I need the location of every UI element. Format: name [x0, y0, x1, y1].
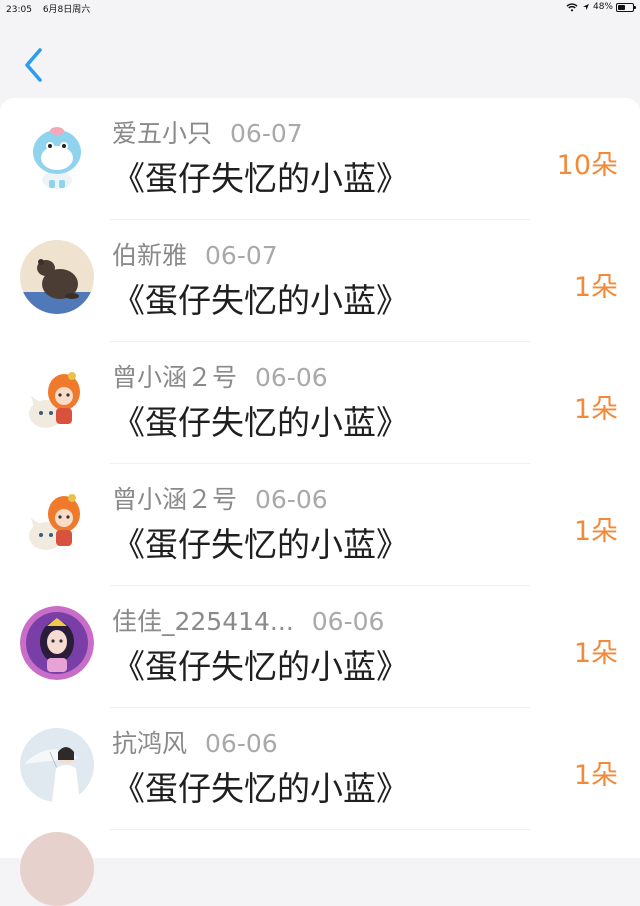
avatar[interactable] — [20, 362, 94, 436]
story-title: 《蛋仔失忆的小蓝》 — [112, 403, 409, 442]
user-name[interactable]: 曾小涵２号 — [112, 485, 237, 514]
avatar[interactable] — [20, 606, 94, 680]
row-header: 佳佳_225414... 06-06 — [112, 602, 384, 638]
list-item[interactable]: 抗鸿风 06-06 《蛋仔失忆的小蓝》 1朵 — [0, 708, 640, 830]
gift-date: 06-07 — [205, 241, 278, 270]
status-time: 23:05 — [6, 5, 32, 15]
status-bar: 23:05 6月8日周六 48% — [0, 0, 640, 16]
status-right: 48% — [566, 2, 636, 12]
battery-icon — [616, 2, 636, 12]
flower-count: 10朵 — [556, 150, 618, 181]
row-header: 曾小涵２号 06-06 — [112, 358, 328, 394]
nav-bar — [0, 16, 640, 98]
user-name[interactable]: 爱五小只 — [112, 119, 212, 148]
flower-count: 1朵 — [573, 638, 618, 669]
list-item[interactable]: 爱五小只 06-07 《蛋仔失忆的小蓝》 10朵 — [0, 98, 640, 220]
row-header: 抗鸿风 06-06 — [112, 724, 278, 760]
story-title: 《蛋仔失忆的小蓝》 — [112, 159, 409, 198]
flower-count: 1朵 — [573, 394, 618, 425]
avatar[interactable] — [20, 118, 94, 192]
row-header: 曾小涵２号 06-06 — [112, 480, 328, 516]
story-title: 《蛋仔失忆的小蓝》 — [112, 647, 409, 686]
avatar[interactable] — [20, 240, 94, 314]
user-name[interactable]: 佳佳_225414... — [112, 607, 294, 636]
battery-cap — [634, 5, 636, 9]
gift-list-card: 爱五小只 06-07 《蛋仔失忆的小蓝》 10朵伯新雅 06-07 《蛋仔失忆的小蓝》 1朵… — [0, 98, 640, 858]
gift-date: 06-06 — [255, 485, 328, 514]
list-item[interactable]: 曾小涵２号 06-06 《蛋仔失忆的小蓝》 1朵 — [0, 342, 640, 464]
wifi-icon — [566, 2, 578, 11]
status-left: 23:05 6月8日周六 — [6, 2, 98, 15]
user-name[interactable]: 抗鸿风 — [112, 729, 187, 758]
gift-date: 06-06 — [255, 363, 328, 392]
gift-date: 06-06 — [311, 607, 385, 636]
avatar[interactable] — [20, 484, 94, 558]
list-item[interactable]: 伯新雅 06-07 《蛋仔失忆的小蓝》 1朵 — [0, 220, 640, 342]
avatar[interactable] — [20, 728, 94, 802]
story-title: 《蛋仔失忆的小蓝》 — [112, 525, 409, 564]
row-header: 伯新雅 06-07 — [112, 236, 278, 272]
chevron-left-icon — [25, 48, 42, 82]
flower-count: 1朵 — [573, 272, 618, 303]
back-button[interactable] — [18, 46, 52, 86]
list-item[interactable]: 佳佳_225414... 06-06 《蛋仔失忆的小蓝》 1朵 — [0, 586, 640, 708]
story-title: 《蛋仔失忆的小蓝》 — [112, 769, 409, 808]
battery-fill — [618, 4, 625, 10]
user-name[interactable]: 伯新雅 — [112, 241, 187, 270]
location-icon — [582, 4, 589, 10]
flower-count: 1朵 — [573, 516, 618, 547]
gift-date: 06-07 — [230, 119, 303, 148]
partial-avatar — [20, 832, 94, 906]
status-date: 6月8日周六 — [42, 5, 91, 15]
story-title: 《蛋仔失忆的小蓝》 — [112, 281, 409, 320]
battery-percent: 48% — [592, 2, 613, 12]
row-header: 爱五小只 06-07 — [112, 114, 303, 150]
list-item[interactable]: 曾小涵２号 06-06 《蛋仔失忆的小蓝》 1朵 — [0, 464, 640, 586]
flower-count: 1朵 — [573, 760, 618, 791]
user-name[interactable]: 曾小涵２号 — [112, 363, 237, 392]
gift-date: 06-06 — [205, 729, 278, 758]
